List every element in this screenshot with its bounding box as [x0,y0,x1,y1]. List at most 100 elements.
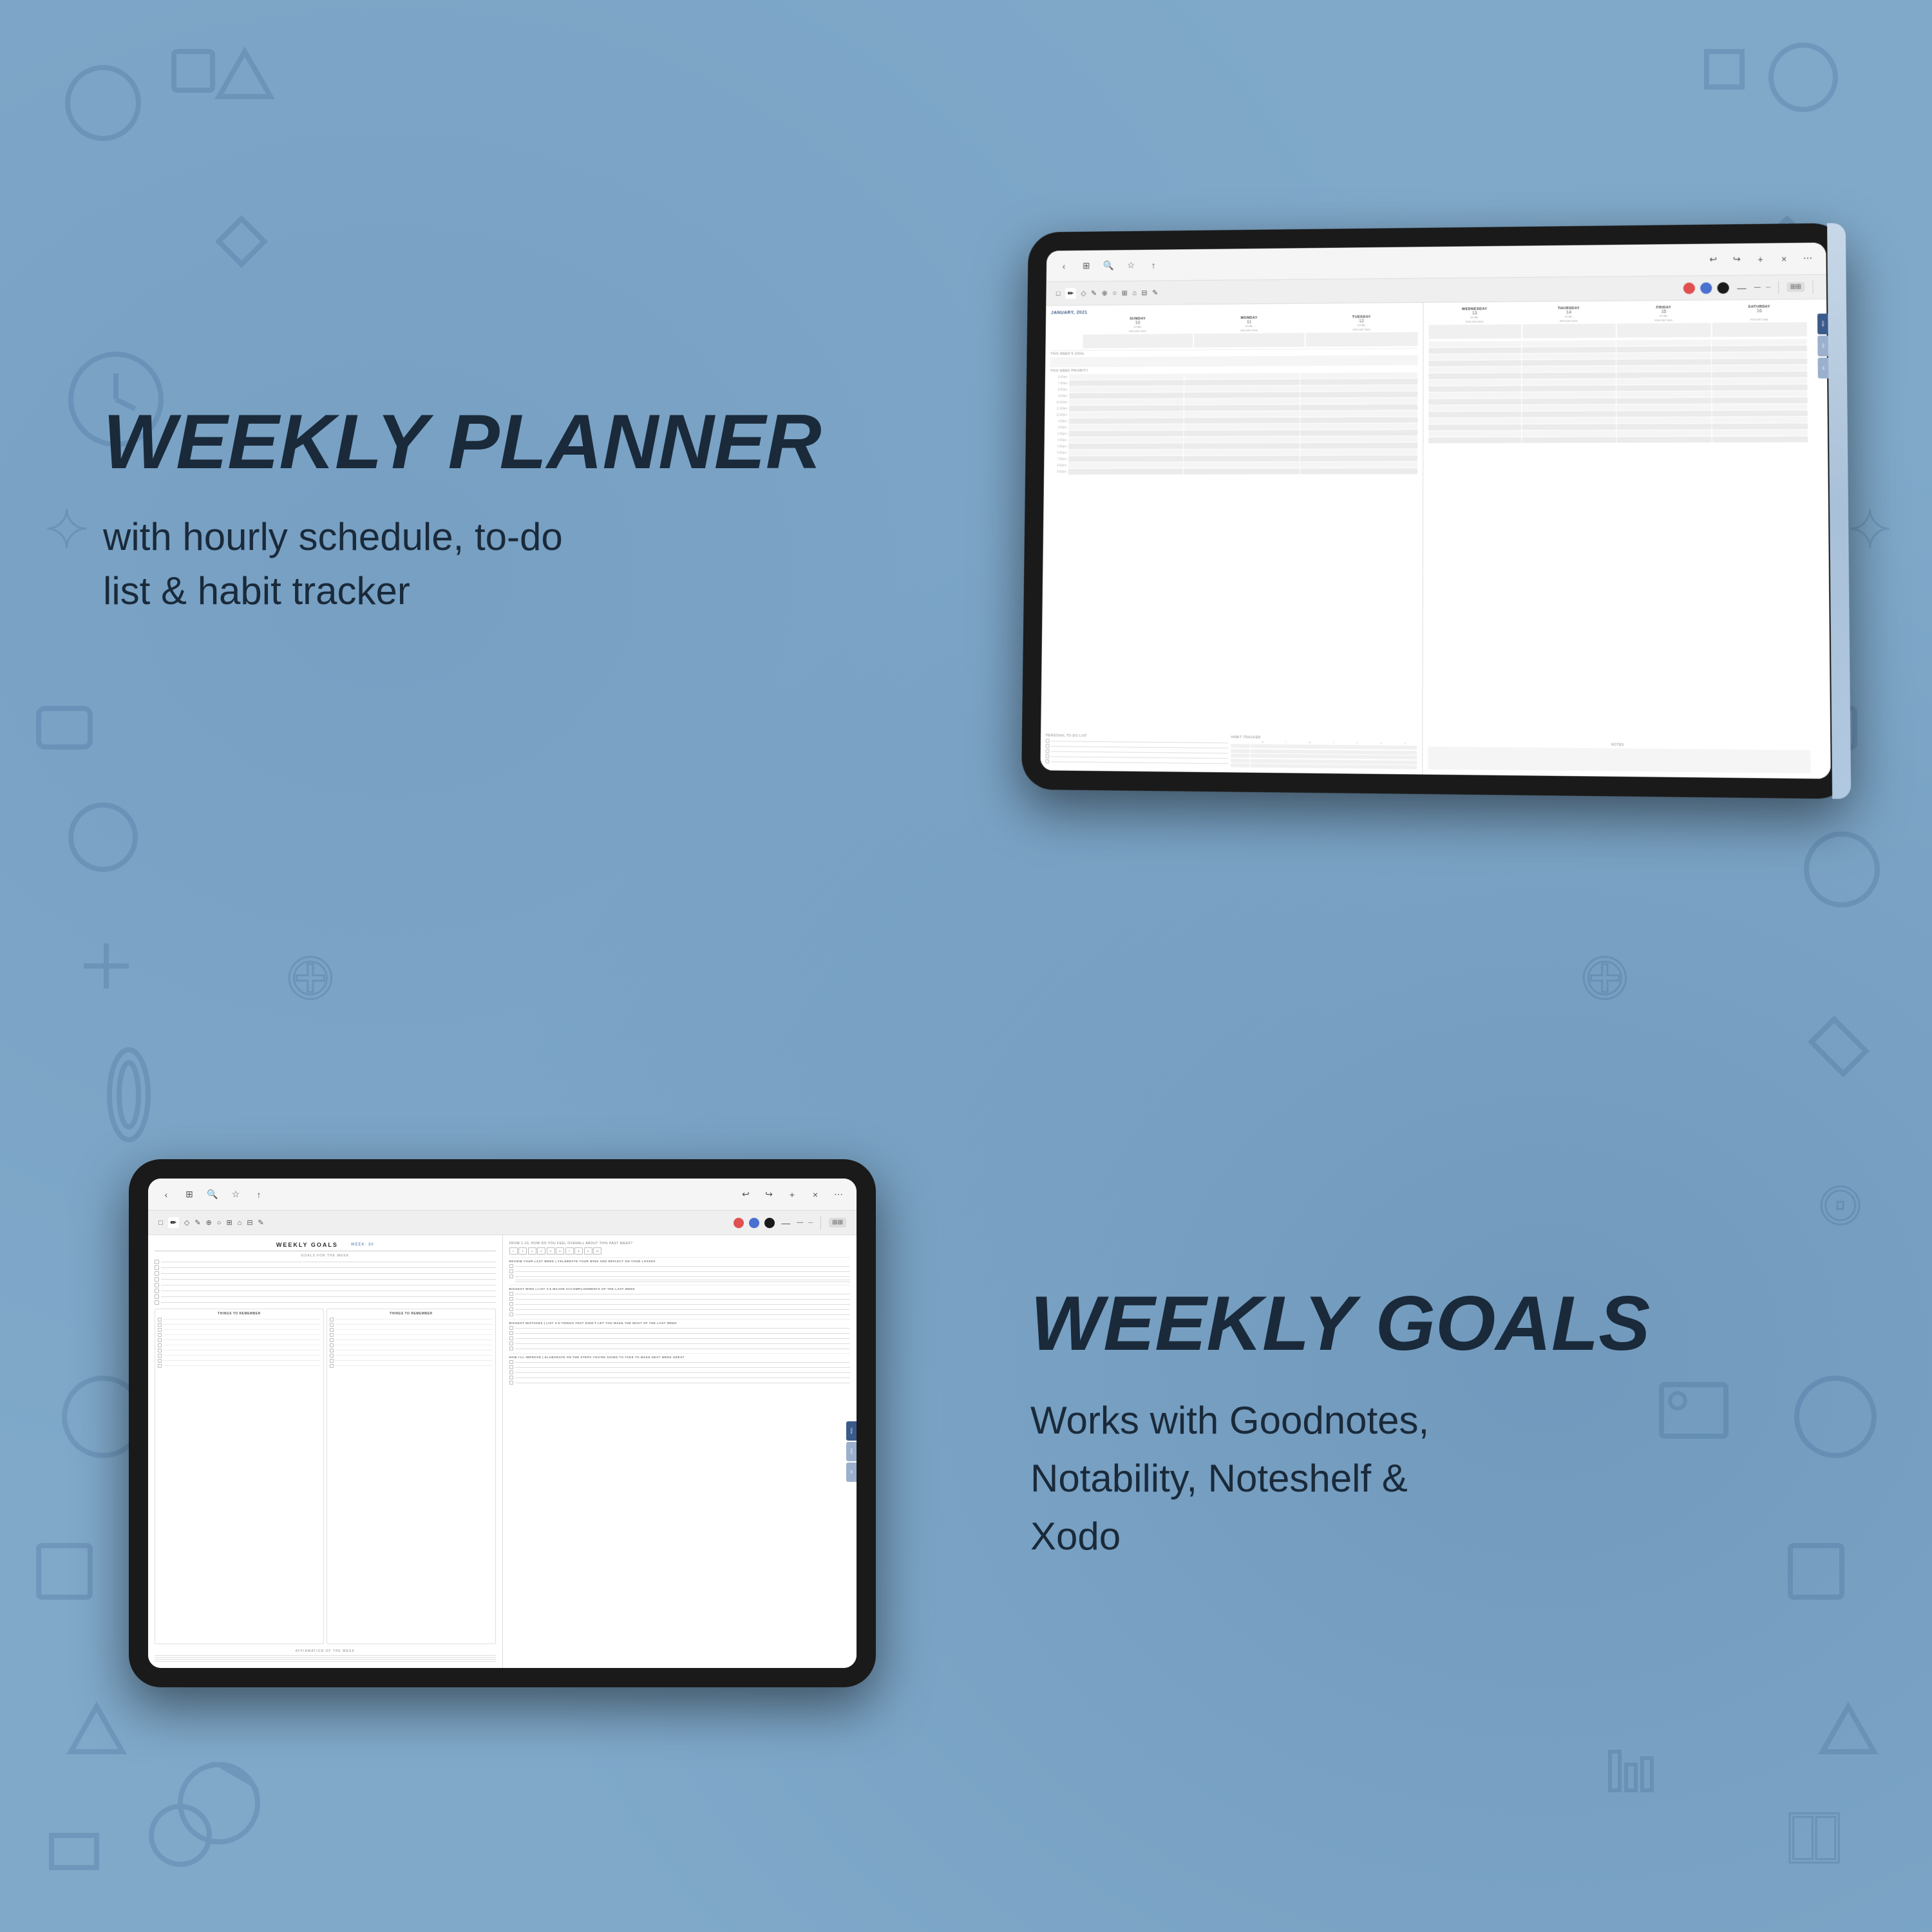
day-thursday: THURSDAY 14 GOAL [1522,307,1616,319]
weekly-goals-title-text: WEEKLY GOALS [1030,1281,1829,1366]
goals-right-page: FROM 1-10, HOW DO YOU FEEL OVERALL ABOUT… [503,1235,857,1668]
t2-share-icon[interactable]: ↑ [251,1187,267,1202]
t2-pages-icon[interactable]: □ [158,1219,163,1227]
tab-right-list[interactable]: LIST [1817,336,1828,356]
t2-color-blue[interactable] [749,1218,759,1228]
t2-add-icon[interactable]: + [784,1187,800,1202]
tablet1-screen: ‹ ⊞ 🔍 ☆ ↑ ↩ ↪ + × ⋯ □ ✏ ◇ ✎ [1040,243,1830,779]
eraser-icon[interactable]: ◇ [1081,289,1086,298]
redo-icon[interactable]: ↪ [1728,251,1745,267]
t2-tab-wk[interactable]: WK [846,1463,857,1482]
t2-lasso-icon[interactable]: ⊕ [206,1218,212,1227]
tablet2-toolbar: ‹ ⊞ 🔍 ☆ ↑ ↩ ↪ + × ⋯ [148,1179,857,1211]
t2-eraser-icon[interactable]: ◇ [184,1218,189,1227]
priorities-mon: PRIORITIES [1194,328,1305,332]
review-section-1: REVIEW YOUR LAST WEEK | Celebrate your w… [509,1257,851,1282]
tablet1-container: ‹ ⊞ 🔍 ☆ ↑ ↩ ↪ + × ⋯ □ ✏ ◇ ✎ [992,77,1868,940]
things-label-1: THINGS TO REMEMBER [158,1312,321,1316]
review-label-4: HOW I'LL IMPROVE | Elaborate on the step… [509,1356,851,1359]
weekly-goals-subtitle: Works with Goodnotes,Notability, Noteshe… [1030,1392,1829,1566]
tablet2: ‹ ⊞ 🔍 ☆ ↑ ↩ ↪ + × ⋯ □ ✏ ◇ ✎ [129,1159,876,1687]
review-section-4: HOW I'LL IMPROVE | Elaborate on the step… [509,1353,851,1385]
shapes-icon[interactable]: ○ [1112,289,1117,297]
t2-bookmark-icon[interactable]: ☆ [228,1187,243,1202]
color-red[interactable] [1683,282,1695,294]
bookmark-icon[interactable]: ☆ [1123,258,1138,273]
pencil2-icon[interactable]: ✎ [1152,289,1158,297]
mood-boxes: 1 2 3 4 5 6 7 8 9 10 [509,1247,851,1255]
t2-tab-goal[interactable]: GOAL [846,1421,857,1441]
t2-pen-icon[interactable]: ✏ [168,1217,179,1228]
t2-tab-daily[interactable]: DAILY [846,1442,857,1461]
more-icon[interactable]: ⋯ [1800,251,1816,266]
t2-insert-icon[interactable]: ⊞ [226,1218,232,1227]
review-label-3: BIGGEST MISTAKES | List 3-5 things that … [509,1321,851,1325]
t2-line-medium[interactable]: — [797,1219,803,1226]
day-saturday: SATURDAY 16 [1712,305,1806,317]
things-label-2: THINGS TO REMEMBER [330,1312,493,1316]
t2-undo-icon[interactable]: ↩ [738,1187,753,1202]
t2-search-icon[interactable]: 🔍 [205,1187,220,1202]
weekly-planner-subtitle: with hourly schedule, to-dolist & habit … [103,510,902,618]
t2-highlighter-icon[interactable]: ✎ [194,1218,200,1227]
t2-close-icon[interactable]: × [808,1187,823,1202]
t2-view-grid[interactable]: ⊞⊞ [829,1218,846,1227]
color-blue[interactable] [1700,282,1712,294]
t2-color-black[interactable] [764,1218,775,1228]
review-label-1: REVIEW YOUR LAST WEEK | Celebrate your w… [509,1260,851,1263]
tablet1: ‹ ⊞ 🔍 ☆ ↑ ↩ ↪ + × ⋯ □ ✏ ◇ ✎ [1021,223,1851,799]
home-icon[interactable]: ⌂ [1132,289,1137,297]
back-icon[interactable]: ‹ [1056,258,1071,274]
weekly-planner-title: WEEKLY PLANNER [103,399,902,484]
insert-icon[interactable]: ⊞ [1122,289,1128,298]
goals-section-header: GOALS FOR THE WEEK [155,1254,496,1258]
share-icon[interactable]: ↑ [1146,258,1160,273]
week-number: WEEK: 30 [351,1243,374,1247]
t2-home-icon[interactable]: ⌂ [238,1219,242,1227]
day-sunday: SUNDAY 10 GOAL [1083,317,1193,329]
goals-left-page: WEEKLY GOALS WEEK: 30 GOALS FOR THE WEEK [148,1235,503,1668]
tablet2-tools: □ ✏ ◇ ✎ ⊕ ○ ⊞ ⌂ ⊟ ✎ — — — [148,1211,857,1235]
pen-icon[interactable]: ✏ [1065,288,1076,299]
t2-shapes-icon[interactable]: ○ [217,1219,222,1227]
line-dash1[interactable]: — [1737,282,1746,292]
weekly-goals-title: WEEKLY GOALS [276,1242,338,1248]
text-icon[interactable]: ⊟ [1142,289,1148,297]
t2-text-icon[interactable]: ⊟ [247,1218,252,1227]
day-tuesday: TUESDAY 12 GOAL [1306,315,1417,327]
tab-right-goal[interactable]: GOAL [1817,314,1828,334]
highlighter-icon[interactable]: ✎ [1091,289,1097,298]
lasso-icon[interactable]: ⊕ [1102,289,1108,298]
habit-tracker: HABIT TRACKER [1231,735,1417,741]
view-grid[interactable]: ⊞⊞ [1787,282,1804,292]
line-dash2[interactable]: — [1754,284,1761,291]
review-section-2: BIGGEST WINS | List 3-5 major accomplish… [509,1285,851,1316]
things-to-remember-1: THINGS TO REMEMBER [155,1309,324,1645]
close-icon[interactable]: × [1776,251,1792,267]
line-dash3[interactable]: — [1766,285,1770,290]
priorities-tue: PRIORITIES [1306,328,1417,332]
pages-icon[interactable]: □ [1056,290,1061,298]
affirmation-section: AFFIRMATION OF THE WEEK [155,1649,496,1662]
grid-icon[interactable]: ⊞ [1079,258,1094,274]
t2-line-thick[interactable]: — [781,1218,790,1228]
tab-right-wk[interactable]: WK [1818,357,1829,378]
t2-color-red[interactable] [734,1218,744,1228]
add-icon[interactable]: + [1752,251,1768,267]
t2-redo-icon[interactable]: ↪ [761,1187,777,1202]
month-label: JANUARY, 2021 [1051,310,1088,315]
tablet2-screen: ‹ ⊞ 🔍 ☆ ↑ ↩ ↪ + × ⋯ □ ✏ ◇ ✎ [148,1179,857,1668]
feel-question: FROM 1-10, HOW DO YOU FEEL OVERALL ABOUT… [509,1242,851,1245]
main-container: WEEKLY PLANNER with hourly schedule, to-… [0,0,1932,1932]
weekly-planner-text-area: WEEKLY PLANNER with hourly schedule, to-… [64,77,940,940]
priorities-sun: PRIORITIES [1083,329,1193,333]
t2-pencil2-icon[interactable]: ✎ [258,1218,264,1227]
search-icon[interactable]: 🔍 [1101,258,1116,274]
t2-back-icon[interactable]: ‹ [158,1187,174,1202]
review-label-2: BIGGEST WINS | List 3-5 major accomplish… [509,1287,851,1291]
t2-more-icon[interactable]: ⋯ [831,1187,846,1202]
color-black[interactable] [1718,282,1729,294]
undo-icon[interactable]: ↩ [1705,252,1721,267]
t2-line-thin[interactable]: — [808,1220,813,1225]
t2-grid-icon[interactable]: ⊞ [182,1187,197,1202]
